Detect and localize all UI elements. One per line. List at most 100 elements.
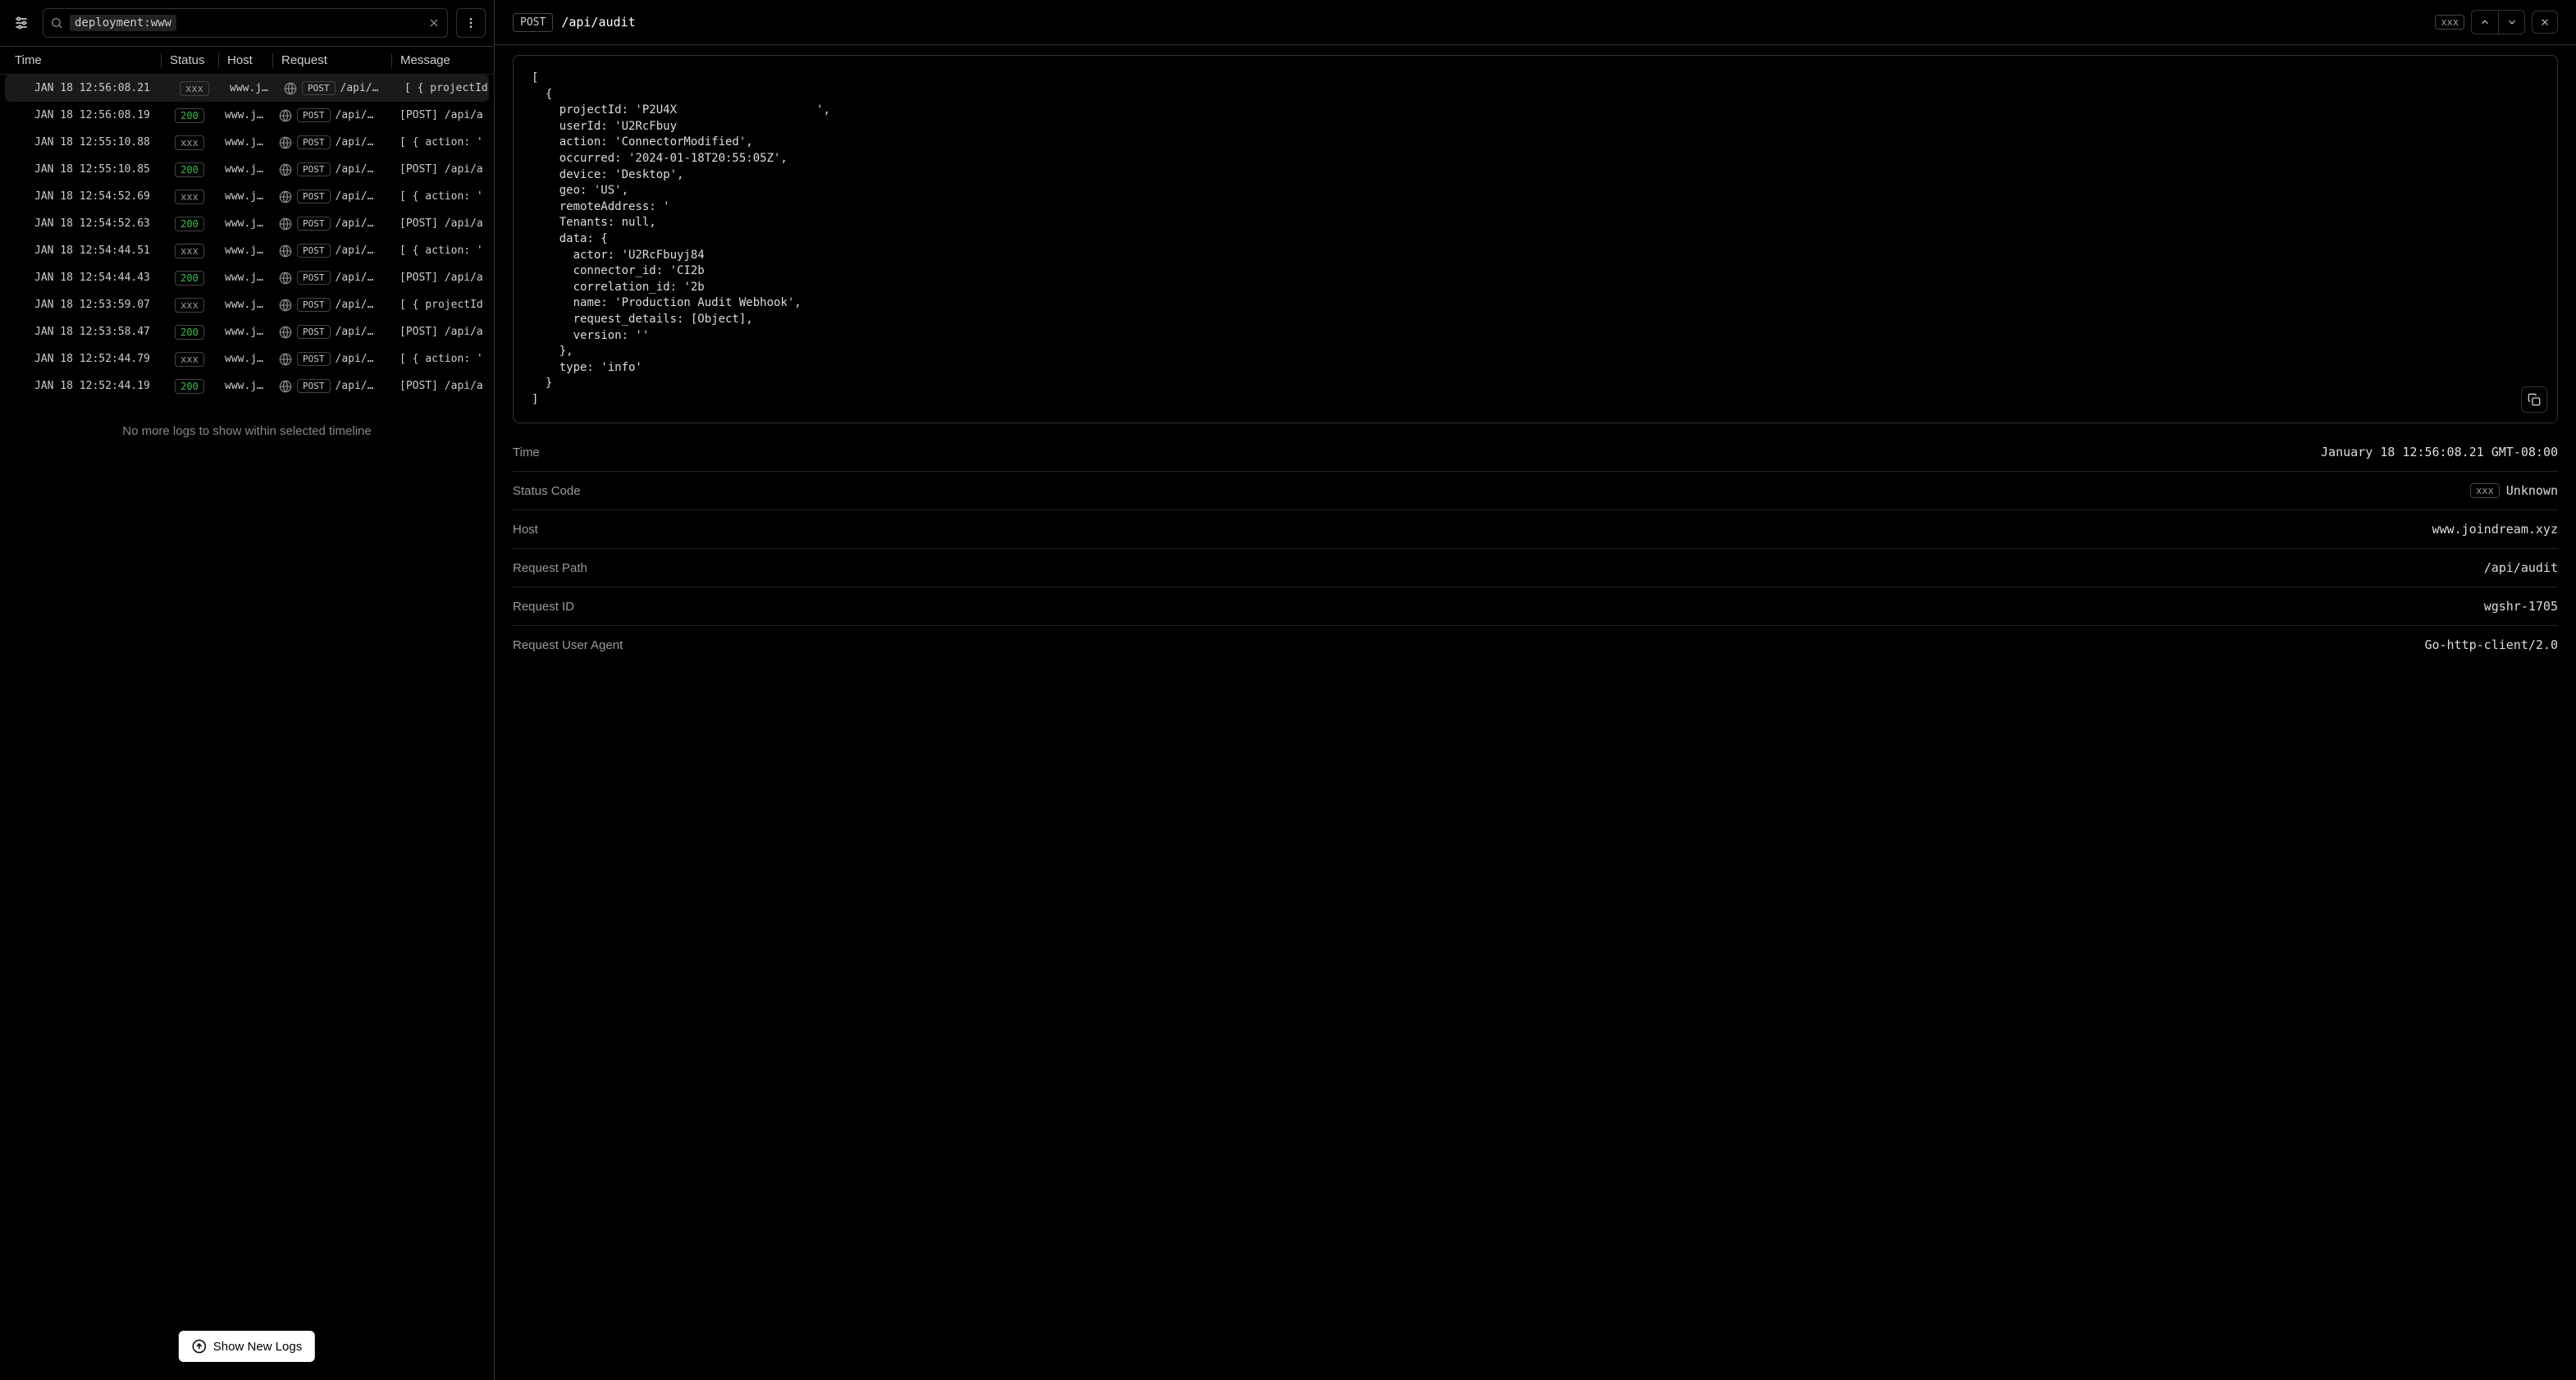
prev-button[interactable] [2472, 11, 2498, 34]
log-row[interactable]: JAN 18 12:53:58.47200www.j…POST/api/…[PO… [0, 318, 494, 345]
status-badge: 200 [175, 379, 204, 394]
detail-body: [ { projectId: 'P2U4X', userId: 'U2RcFbu… [495, 45, 2576, 1380]
col-header-host[interactable]: Host [218, 53, 272, 67]
cell-path: /api/… [336, 353, 374, 365]
log-row[interactable]: JAN 18 12:54:44.43200www.j…POST/api/…[PO… [0, 264, 494, 291]
status-badge: xxx [180, 81, 209, 96]
copy-icon [2528, 393, 2541, 406]
meta-row-user-agent: Request User Agent Go-http-client/2.0 [513, 626, 2558, 664]
meta-label: Request Path [513, 561, 587, 575]
cell-request: POST/api/… [272, 352, 391, 366]
col-header-status[interactable]: Status [161, 53, 218, 67]
clear-icon[interactable] [427, 16, 441, 30]
cell-message: [ { action: ' [391, 136, 494, 149]
cell-request: POST/api/… [272, 162, 391, 176]
status-badge: 200 [175, 325, 204, 340]
log-row[interactable]: JAN 18 12:55:10.85200www.j…POST/api/…[PO… [0, 156, 494, 183]
meta-label: Time [513, 446, 540, 459]
search-input-wrap[interactable]: deployment:www [43, 8, 448, 38]
cell-message: [POST] /api/a [391, 217, 494, 230]
meta-label: Request ID [513, 600, 574, 614]
cell-host: www.j… [218, 217, 272, 230]
cell-message: [ { projectId [396, 82, 489, 94]
col-header-message[interactable]: Message [391, 53, 494, 67]
status-badge: 200 [175, 217, 204, 231]
cell-host: www.j… [218, 109, 272, 121]
log-row[interactable]: JAN 18 12:52:44.19200www.j…POST/api/…[PO… [0, 372, 494, 400]
filter-button[interactable] [8, 10, 34, 36]
cell-host: www.j… [218, 190, 272, 203]
status-badge: xxx [175, 135, 204, 150]
cell-time: JAN 18 12:56:08.19 [0, 109, 161, 121]
cell-message: [POST] /api/a [391, 272, 494, 284]
method-badge: POST [297, 217, 331, 231]
next-button[interactable] [2498, 11, 2524, 34]
col-header-time[interactable]: Time [0, 53, 161, 67]
meta-row-host: Host www.joindream.xyz [513, 510, 2558, 549]
cell-host: www.j… [218, 299, 272, 311]
column-headers: Time Status Host Request Message [0, 47, 494, 75]
cell-time: JAN 18 12:53:58.47 [0, 326, 161, 338]
cell-status: xxx [161, 190, 218, 204]
log-row[interactable]: JAN 18 12:53:59.07xxxwww.j…POST/api/…[ {… [0, 291, 494, 318]
status-badge: xxx [175, 352, 204, 367]
method-badge: POST [297, 244, 331, 258]
cell-path: /api/… [336, 380, 374, 392]
globe-icon [279, 272, 292, 285]
meta-row-request-path: Request Path /api/audit [513, 549, 2558, 587]
cell-host: www.j… [223, 82, 277, 94]
globe-icon [284, 82, 297, 95]
copy-button[interactable] [2521, 386, 2547, 413]
meta-value: /api/audit [2484, 560, 2558, 575]
cell-status: 200 [161, 325, 218, 340]
cell-status: xxx [161, 352, 218, 367]
cell-time: JAN 18 12:55:10.88 [0, 136, 161, 149]
top-bar: deployment:www [0, 0, 494, 47]
log-row[interactable]: JAN 18 12:54:44.51xxxwww.j…POST/api/…[ {… [0, 237, 494, 264]
globe-icon [279, 190, 292, 203]
globe-icon [279, 244, 292, 258]
col-header-request[interactable]: Request [272, 53, 391, 67]
no-more-logs: No more logs to show within selected tim… [0, 400, 494, 463]
log-row[interactable]: JAN 18 12:55:10.88xxxwww.j…POST/api/…[ {… [0, 129, 494, 156]
cell-message: [POST] /api/a [391, 163, 494, 176]
cell-time: JAN 18 12:56:08.21 [5, 82, 166, 94]
search-icon [50, 16, 63, 30]
cell-message: [POST] /api/a [391, 109, 494, 121]
cell-time: JAN 18 12:55:10.85 [0, 163, 161, 176]
log-row[interactable]: JAN 18 12:54:52.63200www.j…POST/api/…[PO… [0, 210, 494, 237]
status-badge: xxx [175, 244, 204, 258]
cell-status: xxx [161, 135, 218, 150]
log-row[interactable]: JAN 18 12:56:08.19200www.j…POST/api/…[PO… [0, 102, 494, 129]
detail-method-badge: POST [513, 13, 553, 32]
detail-header: POST /api/audit xxx [495, 0, 2576, 45]
cell-time: JAN 18 12:54:44.51 [0, 244, 161, 257]
close-button[interactable] [2532, 11, 2558, 34]
globe-icon [279, 353, 292, 366]
status-badge: xxx [2470, 483, 2500, 498]
more-button[interactable] [456, 8, 486, 38]
globe-icon [279, 163, 292, 176]
sliders-icon [13, 15, 30, 31]
cell-path: /api/… [336, 190, 374, 203]
code-block[interactable]: [ { projectId: 'P2U4X', userId: 'U2RcFbu… [513, 55, 2558, 423]
cell-host: www.j… [218, 244, 272, 257]
method-badge: POST [297, 379, 331, 393]
cell-message: [POST] /api/a [391, 326, 494, 338]
cell-status: xxx [161, 244, 218, 258]
cell-message: [ { action: ' [391, 353, 494, 365]
show-new-logs-button[interactable]: Show New Logs [179, 1331, 315, 1362]
log-row[interactable]: JAN 18 12:52:44.79xxxwww.j…POST/api/…[ {… [0, 345, 494, 372]
cell-message: [POST] /api/a [391, 380, 494, 392]
method-badge: POST [297, 108, 331, 122]
search-chip[interactable]: deployment:www [70, 15, 176, 31]
cell-request: POST/api/… [272, 271, 391, 285]
globe-icon [279, 136, 292, 149]
log-row[interactable]: JAN 18 12:54:52.69xxxwww.j…POST/api/…[ {… [0, 183, 494, 210]
detail-nav-group [2471, 10, 2525, 34]
meta-label: Status Code [513, 484, 581, 498]
cell-path: /api/… [336, 326, 374, 338]
log-row[interactable]: JAN 18 12:56:08.21xxxwww.j…POST/api/…[ {… [5, 75, 489, 102]
cell-request: POST/api/… [272, 298, 391, 312]
method-badge: POST [297, 135, 331, 149]
